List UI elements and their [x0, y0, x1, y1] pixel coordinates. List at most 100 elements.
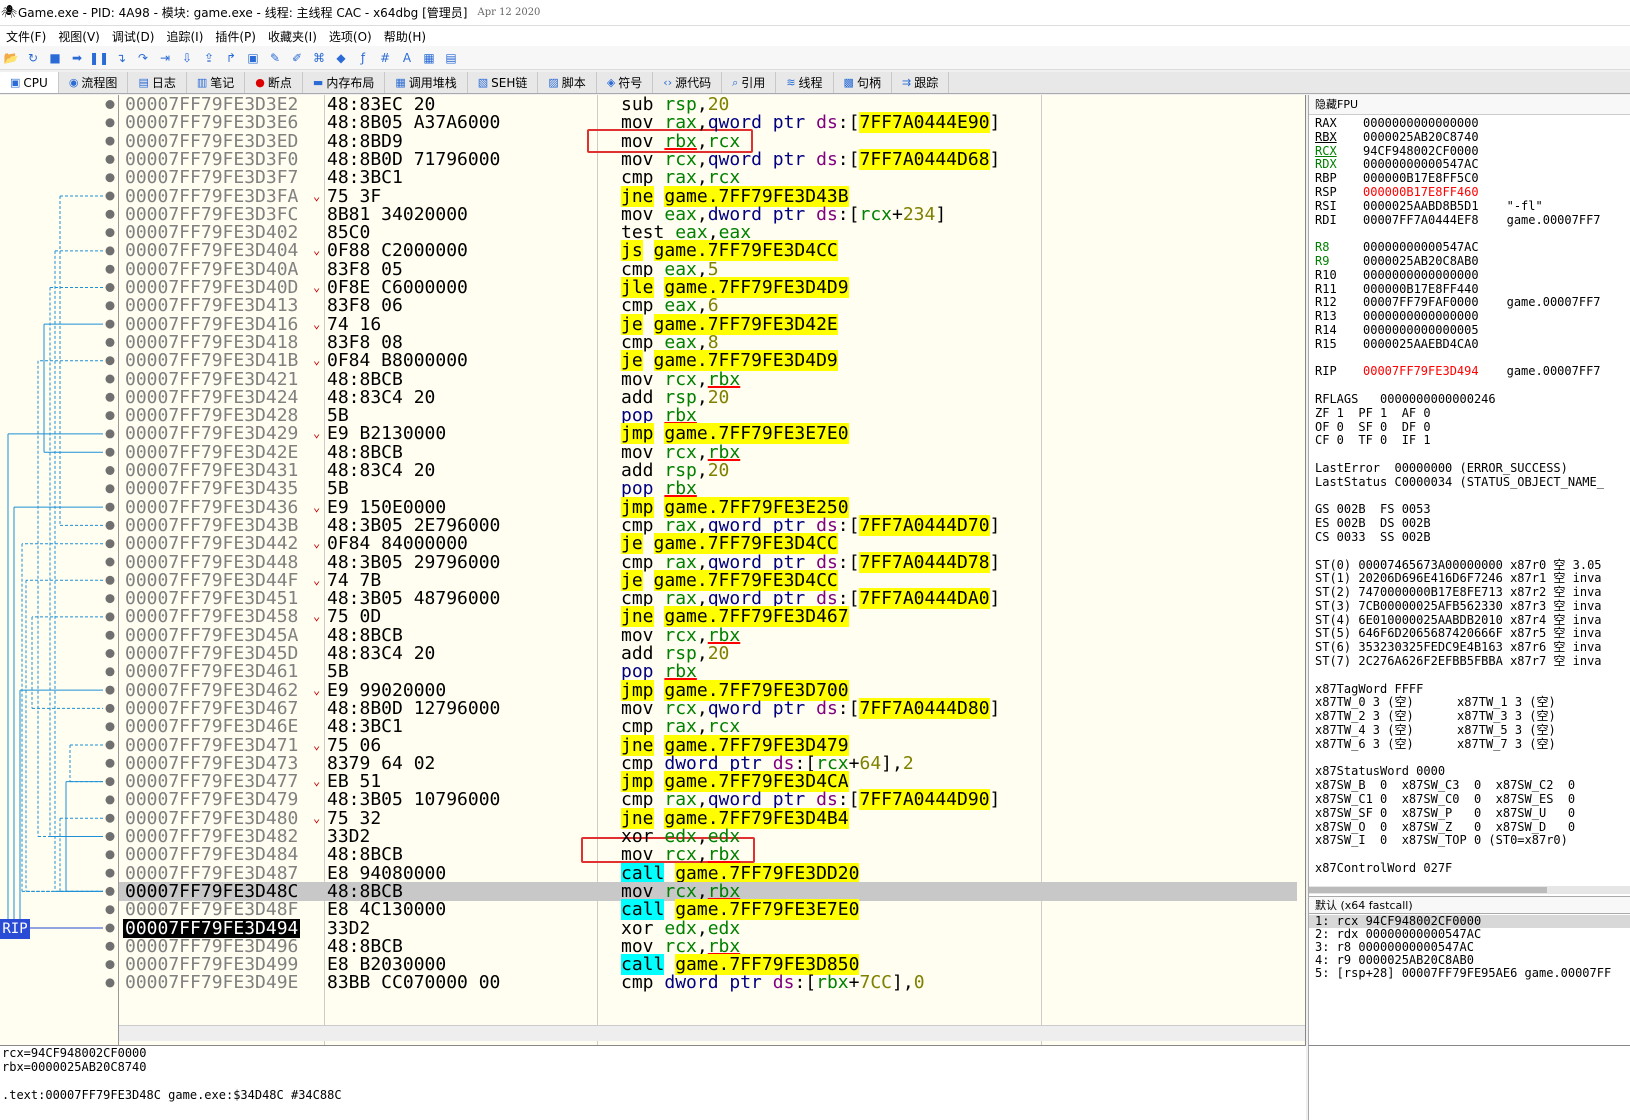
register-line[interactable]: [1315, 848, 1630, 862]
disasm-row[interactable]: 00007FF79FE3D461 5B pop rbx: [119, 662, 1297, 681]
arguments-view[interactable]: 1: rcx 94CF948002CF0000 2: rdx 0000000000…: [1309, 915, 1630, 980]
argument-row[interactable]: 5: [rsp+28] 00007FF79FE95AE6 game.00007F…: [1309, 967, 1630, 980]
register-line[interactable]: LastStatus C0000034 (STATUS_OBJECT_NAME_: [1315, 475, 1630, 490]
register-line[interactable]: x87TW_2 3 (空) x87TW_3 3 (空): [1315, 709, 1630, 724]
disasm-row[interactable]: 00007FF79FE3D428 5B pop rbx: [119, 406, 1297, 425]
register-line[interactable]: CS 0033 SS 002B: [1315, 530, 1630, 545]
breakpoint-bullet[interactable]: [105, 283, 115, 292]
breakpoint-bullet[interactable]: [105, 649, 115, 658]
menu-item[interactable]: 文件(F): [0, 28, 52, 45]
disasm-row[interactable]: 00007FF79FE3D442 ⌄ 0F84 84000000 je game.7F…: [119, 533, 1297, 555]
breakpoint-bullet[interactable]: [105, 301, 115, 311]
breakpoint-bullet[interactable]: [105, 630, 115, 640]
disasm-row[interactable]: 00007FF79FE3D3F0 48:8B0D 71796000 mov rcx,…: [119, 148, 1297, 170]
menu-item[interactable]: 调试(D): [106, 28, 161, 45]
disasm-row[interactable]: 00007FF79FE3D467 48:8B0D 12796000 mov rcx,…: [119, 697, 1297, 719]
disasm-row[interactable]: 00007FF79FE3D431 48:83C4 20 add rsp,20: [119, 461, 1297, 480]
disasm-row[interactable]: 00007FF79FE3D3E2 48:83EC 20 sub rsp,20: [119, 95, 1297, 114]
breakpoint-bullet[interactable]: [105, 539, 115, 549]
register-line[interactable]: LastError 00000000 (ERROR_SUCCESS): [1315, 461, 1630, 476]
tab-script[interactable]: ▨ 脚本: [538, 72, 597, 93]
register-line[interactable]: ST(7) 2C276A626F2EFBB5FBBA x87r7 空 inva: [1315, 654, 1630, 669]
breakpoint-bullet[interactable]: [105, 209, 115, 219]
tab-source[interactable]: ‹› 源代码: [653, 72, 723, 93]
register-line[interactable]: x87TW_4 3 (空) x87TW_5 3 (空): [1315, 723, 1630, 738]
register-line[interactable]: x87StatusWord 0000: [1315, 765, 1630, 779]
register-line[interactable]: x87SW_O 0 x87SW_Z 0 x87SW_D 0: [1315, 820, 1630, 835]
disassembly-view[interactable]: 00007FF79FE3D3E2 48:83EC 20 sub rsp,20 0000…: [118, 95, 1306, 1045]
breakpoint-bullet[interactable]: [105, 228, 115, 238]
disasm-row[interactable]: 00007FF79FE3D484 48:8BCB mov rcx,rbx: [119, 845, 1297, 864]
disasm-row[interactable]: 00007FF79FE3D49E 83BB CC070000 00 cmp dwor…: [119, 973, 1297, 992]
register-scrollbar[interactable]: [1309, 886, 1630, 894]
register-row[interactable]: [1315, 352, 1630, 366]
breakpoint-bullet[interactable]: [105, 136, 115, 146]
tab-log[interactable]: ▤ 日志: [128, 72, 187, 93]
disasm-row[interactable]: 00007FF79FE3D45A 48:8BCB mov rcx,rbx: [119, 626, 1297, 645]
register-line[interactable]: x87TW_0 3 (空) x87TW_1 3 (空): [1315, 696, 1630, 710]
register-row[interactable]: RSI 0000025AABD8B5D1 "-fl": [1315, 199, 1630, 214]
menu-item[interactable]: 选项(O): [323, 28, 378, 45]
breakpoint-bullet[interactable]: [105, 978, 115, 988]
register-row[interactable]: R12 00007FF79FAF0000 game.00007FF7: [1315, 295, 1630, 310]
breakpoint-bullet[interactable]: [105, 795, 115, 805]
tab-handles[interactable]: ▩ 句柄: [834, 72, 892, 93]
register-row[interactable]: RSP 000000B17E8FF460: [1315, 185, 1630, 200]
register-line[interactable]: x87TW_6 3 (空) x87TW_7 3 (空): [1315, 737, 1630, 752]
open-icon[interactable]: 📂: [2, 49, 20, 67]
register-row[interactable]: [1315, 227, 1630, 241]
breakpoint-bullet[interactable]: [105, 960, 115, 970]
breakpoint-bullet[interactable]: [105, 319, 115, 329]
register-list[interactable]: RAX 0000000000000000 RBX 0000025AB20C8740 RC…: [1309, 117, 1630, 887]
disasm-row[interactable]: 00007FF79FE3D44F ⌄ 74 7B je game.7FF79FE3D4…: [119, 569, 1297, 591]
hash-icon[interactable]: #: [376, 49, 394, 67]
breakpoint-bullet[interactable]: [105, 191, 115, 201]
memory-icon[interactable]: ▤: [442, 49, 460, 67]
breakpoint-bullet[interactable]: [105, 173, 115, 183]
disasm-row[interactable]: 00007FF79FE3D462 ⌄ E9 99020000 jmp game.7FF…: [119, 679, 1297, 701]
stop-icon[interactable]: ■: [46, 49, 64, 67]
disasm-row[interactable]: 00007FF79FE3D499 E8 B2030000 call game.7FF…: [119, 954, 1297, 976]
register-line[interactable]: ST(0) 00007465673A00000000 x87r0 空 3.05: [1315, 558, 1630, 573]
disasm-row[interactable]: 00007FF79FE3D3F7 48:3BC1 cmp rax,rcx: [119, 168, 1297, 187]
register-line[interactable]: [1315, 448, 1630, 462]
breakpoint-bullet[interactable]: [105, 941, 115, 951]
menu-item[interactable]: 追踪(I): [160, 28, 209, 45]
tab-callstack[interactable]: ▦ 调用堆栈: [385, 72, 468, 93]
tab-references[interactable]: ⌕ 引用: [722, 72, 777, 93]
run-to-user-code-icon[interactable]: ↱: [222, 49, 240, 67]
disasm-row[interactable]: 00007FF79FE3D429 ⌄ E9 B2130000 jmp game.7FF…: [119, 423, 1297, 445]
register-row[interactable]: RIP 00007FF79FE3D494 game.00007FF7: [1315, 364, 1630, 379]
breakpoint-bullet[interactable]: [105, 667, 115, 677]
breakpoint-bullet[interactable]: [105, 246, 115, 256]
horizontal-scrollbar[interactable]: [119, 1025, 1305, 1041]
register-line[interactable]: ES 002B DS 002B: [1315, 516, 1630, 531]
register-row[interactable]: RDX 00000000000547AC: [1315, 157, 1630, 172]
disasm-row[interactable]: 00007FF79FE3D448 48:3B05 29796000 cmp rax,…: [119, 551, 1297, 573]
disasm-row[interactable]: 00007FF79FE3D40A 83F8 05 cmp eax,5: [119, 260, 1297, 279]
register-row[interactable]: R15 0000025AAEBD4CA0: [1315, 337, 1630, 352]
menu-item[interactable]: 插件(P): [209, 28, 262, 45]
restart-icon[interactable]: ↻: [24, 49, 42, 67]
disasm-row[interactable]: 00007FF79FE3D3FC 8B81 34020000 mov eax,dwo…: [119, 205, 1297, 224]
breakpoint-bullet[interactable]: [105, 466, 115, 475]
register-row[interactable]: R11 000000B17E8FF440: [1315, 282, 1630, 297]
register-row[interactable]: RBP 000000B17E8FF5C0: [1315, 171, 1630, 186]
register-row[interactable]: R14 0000000000000005: [1315, 323, 1630, 338]
register-line[interactable]: ST(4) 6E010000025AABDB2010 x87r4 空 inva: [1315, 613, 1630, 628]
breakpoint-bullet[interactable]: [105, 411, 115, 421]
disasm-row[interactable]: 00007FF79FE3D435 5B pop rbx: [119, 479, 1297, 498]
disasm-row[interactable]: 00007FF79FE3D418 83F8 08 cmp eax,8: [119, 333, 1297, 352]
breakpoint-bullet[interactable]: [105, 923, 115, 933]
calculator-icon[interactable]: ▦: [420, 49, 438, 67]
breakpoint-bullet[interactable]: [105, 502, 115, 512]
register-row[interactable]: R9 0000025AB20C8AB0: [1315, 254, 1630, 269]
disasm-row[interactable]: 00007FF79FE3D451 48:3B05 48796000 cmp rax,…: [119, 588, 1297, 610]
register-line[interactable]: x87SW_I 0 x87SW_TOP 0 (ST0=x87r0): [1315, 834, 1630, 848]
menu-item[interactable]: 视图(V): [52, 28, 106, 45]
register-line[interactable]: x87SW_C1 0 x87SW_C0 0 x87SW_ES 0: [1315, 792, 1630, 807]
register-line[interactable]: [1315, 669, 1630, 683]
breakpoint-bullet[interactable]: [105, 886, 115, 896]
disasm-row[interactable]: 00007FF79FE3D494 33D2 xor edx,edx: [119, 918, 1297, 938]
comment-icon[interactable]: ✐: [288, 49, 306, 67]
